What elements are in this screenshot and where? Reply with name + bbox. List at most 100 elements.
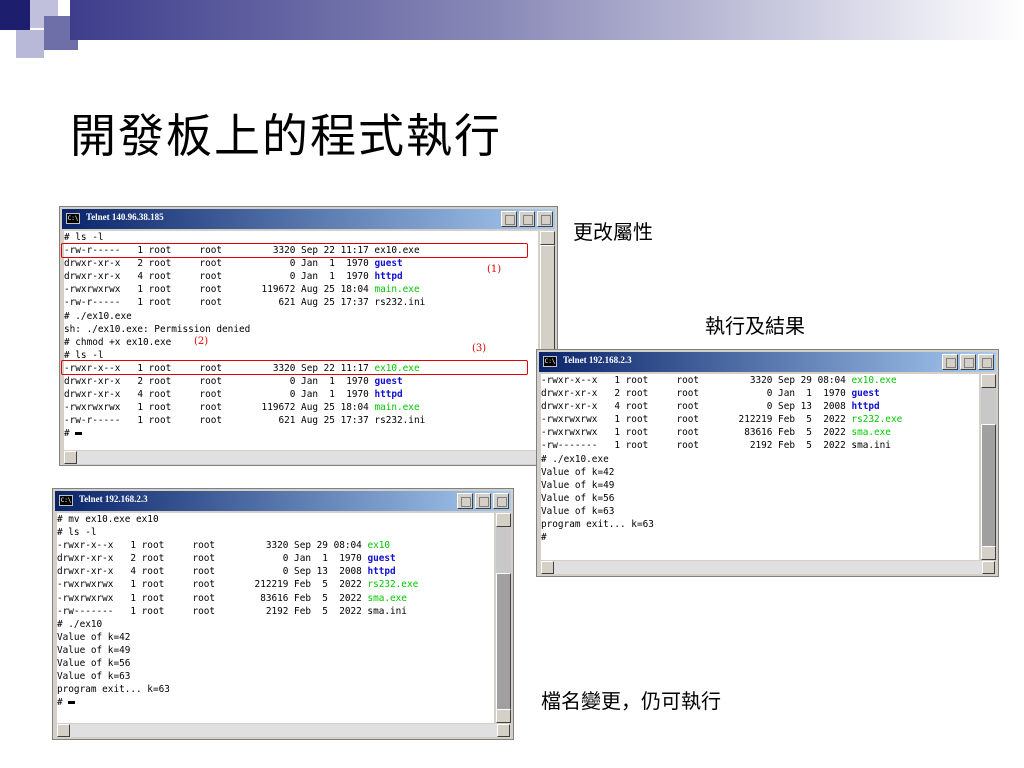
terminal-line: drwxr-xr-x 2 root root 0 Jan 1 1970 gues…	[541, 387, 979, 400]
file-name: main.exe	[374, 284, 420, 296]
terminal-text: sh: ./ex10.exe: Permission denied	[64, 323, 251, 335]
maximize-button[interactable]	[475, 493, 491, 509]
terminal-line: -rw-r----- 1 root root 621 Aug 25 17:37 …	[64, 296, 538, 309]
terminal-text: drwxr-xr-x 4 root root 0 Jan 1 1970	[64, 271, 375, 283]
terminal-text: drwxr-xr-x 2 root root 0 Jan 1 1970	[57, 553, 368, 565]
terminal-text: Value of k=42	[541, 466, 615, 478]
terminal-line: -rwxrwxrwx 1 root root 212219 Feb 5 2022…	[57, 578, 494, 591]
terminal-line: Value of k=56	[57, 657, 494, 670]
terminal-text: -rwxr-x--x 1 root root 3320 Sep 29 08:04	[57, 540, 368, 552]
terminal-output[interactable]: # ls -l -rw-r----- 1 root root 3320 Sep 2…	[64, 231, 538, 450]
console-icon: C:\	[59, 495, 73, 506]
telnet-window-2[interactable]: C:\ Telnet 192.168.2.3 -rwxr-x--x 1 root…	[536, 349, 999, 577]
marker-2: (2)	[194, 336, 209, 347]
header-gradient-bar	[70, 0, 1024, 40]
file-name: httpd	[367, 566, 396, 578]
terminal-line: -rw------- 1 root root 2192 Feb 5 2022 s…	[57, 605, 494, 618]
file-name: httpd	[851, 401, 880, 413]
window-titlebar[interactable]: C:\ Telnet 192.168.2.3	[55, 491, 511, 511]
terminal-line: program exit... k=63	[541, 518, 979, 531]
terminal-line: #	[541, 531, 979, 544]
terminal-text: Value of k=63	[541, 505, 615, 517]
terminal-line: -rwxrwxrwx 1 root root 83616 Feb 5 2022 …	[57, 592, 494, 605]
terminal-line: drwxr-xr-x 2 root root 0 Jan 1 1970 gues…	[57, 552, 494, 565]
scroll-right-button[interactable]	[982, 561, 995, 574]
scroll-left-button[interactable]	[64, 451, 77, 464]
terminal-text: #	[64, 428, 76, 440]
file-name: rs232.exe	[851, 414, 903, 426]
console-icon: C:\	[66, 213, 80, 224]
close-button[interactable]	[493, 493, 509, 509]
scroll-thumb[interactable]	[540, 245, 555, 351]
close-button[interactable]	[537, 211, 553, 227]
terminal-text: Value of k=56	[541, 492, 615, 504]
minimize-button[interactable]	[942, 354, 958, 370]
terminal-line: Value of k=63	[541, 505, 979, 518]
maximize-button[interactable]	[519, 211, 535, 227]
vertical-scrollbar[interactable]	[981, 374, 996, 560]
terminal-line: Value of k=63	[57, 670, 494, 683]
terminal-text: -rwxrwxrwx 1 root root 212219 Feb 5 2022	[541, 414, 852, 426]
terminal-line: -rw------- 1 root root 2192 Feb 5 2022 s…	[541, 439, 979, 452]
terminal-text: program exit... k=63	[541, 519, 654, 531]
highlight-box-after-chmod	[61, 360, 528, 375]
file-name: guest	[851, 388, 880, 400]
terminal-text: drwxr-xr-x 4 root root 0 Jan 1 1970	[64, 389, 375, 401]
window-title: Telnet 140.96.38.185	[86, 212, 164, 222]
horizontal-scrollbar[interactable]	[57, 724, 510, 737]
terminal-line: Value of k=42	[57, 631, 494, 644]
terminal-line: # ./ex10.exe	[541, 453, 979, 466]
telnet-window-3[interactable]: C:\ Telnet 192.168.2.3 # mv ex10.exe ex1…	[52, 488, 514, 740]
scroll-up-button[interactable]	[981, 374, 996, 388]
terminal-text: Value of k=63	[57, 671, 131, 683]
close-button[interactable]	[978, 354, 994, 370]
window-title: Telnet 192.168.2.3	[563, 355, 632, 365]
terminal-text: -rwxrwxrwx 1 root root 119672 Aug 25 18:…	[64, 284, 375, 296]
terminal-output[interactable]: -rwxr-x--x 1 root root 3320 Sep 29 08:04…	[541, 374, 979, 560]
terminal-text: drwxr-xr-x 2 root root 0 Jan 1 1970	[64, 376, 375, 388]
scroll-down-button[interactable]	[981, 546, 996, 560]
terminal-output[interactable]: # mv ex10.exe ex10 # ls -l -rwxr-x--x 1 ro…	[57, 513, 494, 723]
scroll-right-button[interactable]	[497, 724, 510, 737]
terminal-line: Value of k=42	[541, 466, 979, 479]
file-name: ex10.exe	[851, 375, 897, 386]
terminal-line: drwxr-xr-x 2 root root 0 Jan 1 1970 gues…	[64, 257, 538, 270]
terminal-text: # ls -l	[64, 232, 104, 243]
scroll-thumb[interactable]	[496, 573, 511, 719]
horizontal-scrollbar[interactable]	[541, 561, 995, 574]
terminal-text: -rwxr-x--x 1 root root 3320 Sep 29 08:04	[541, 375, 852, 386]
vertical-scrollbar[interactable]	[496, 513, 511, 723]
scroll-up-button[interactable]	[496, 513, 511, 527]
horizontal-scrollbar[interactable]	[64, 451, 554, 464]
scroll-left-button[interactable]	[57, 724, 70, 737]
terminal-text: -rw-r----- 1 root root 621 Aug 25 17:37 …	[64, 297, 426, 309]
terminal-text: # mv ex10.exe ex10	[57, 514, 159, 525]
scroll-thumb[interactable]	[981, 424, 996, 554]
maximize-button[interactable]	[960, 354, 976, 370]
terminal-text: -rwxrwxrwx 1 root root 83616 Feb 5 2022	[541, 427, 852, 439]
file-name: httpd	[374, 389, 403, 401]
terminal-line: Value of k=49	[57, 644, 494, 657]
file-name: sma.exe	[851, 427, 891, 439]
terminal-text: drwxr-xr-x 2 root root 0 Jan 1 1970	[64, 258, 375, 270]
file-name: guest	[374, 258, 403, 270]
terminal-line: sh: ./ex10.exe: Permission denied	[64, 323, 538, 336]
terminal-line: program exit... k=63	[57, 683, 494, 696]
scroll-down-button[interactable]	[496, 709, 511, 723]
terminal-line: # ./ex10	[57, 618, 494, 631]
minimize-button[interactable]	[501, 211, 517, 227]
file-name: rs232.exe	[367, 579, 419, 591]
terminal-cursor	[68, 701, 76, 705]
file-name: sma.exe	[367, 592, 407, 604]
console-icon: C:\	[543, 356, 557, 367]
window-titlebar[interactable]: C:\ Telnet 140.96.38.185	[62, 209, 555, 229]
minimize-button[interactable]	[457, 493, 473, 509]
terminal-text: program exit... k=63	[57, 684, 170, 696]
terminal-text: -rw------- 1 root root 2192 Feb 5 2022 s…	[57, 605, 407, 617]
file-name: guest	[374, 376, 403, 388]
terminal-text: #	[57, 697, 69, 709]
scroll-left-button[interactable]	[541, 561, 554, 574]
window-titlebar[interactable]: C:\ Telnet 192.168.2.3	[539, 352, 996, 372]
terminal-text: Value of k=42	[57, 631, 131, 643]
scroll-up-button[interactable]	[540, 231, 555, 245]
